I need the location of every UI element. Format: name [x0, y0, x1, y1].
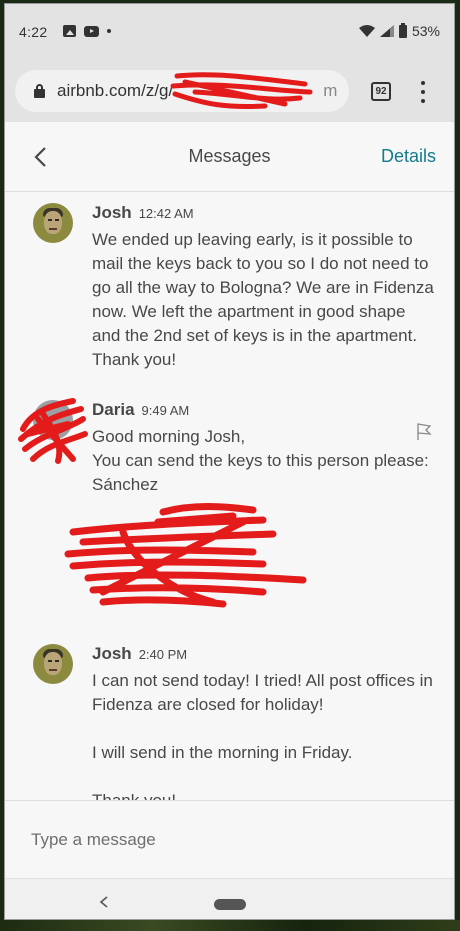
lock-icon — [34, 84, 45, 98]
message-author: Josh — [92, 644, 132, 663]
url-host: airbnb.com/z/g/ — [57, 81, 174, 100]
message-header: Josh 2:40 PM — [92, 644, 187, 664]
message-composer — [5, 800, 454, 878]
signal-icon — [379, 25, 394, 37]
message-author: Daria — [92, 400, 135, 419]
message-text: We ended up leaving early, is it possibl… — [92, 230, 439, 369]
wifi-icon — [358, 25, 375, 37]
battery-percent: 53% — [411, 23, 440, 39]
address-bar[interactable]: airbnb.com/z/g/maf=1 — [15, 70, 349, 112]
nav-home-pill[interactable] — [214, 899, 246, 910]
message-header: Josh 12:42 AM — [92, 203, 194, 223]
avatar[interactable] — [33, 400, 73, 440]
message-body: We ended up leaving early, is it possibl… — [92, 228, 437, 372]
tab-switcher-button[interactable]: 92 — [371, 82, 391, 101]
battery-icon — [398, 22, 407, 38]
image-icon — [63, 25, 76, 37]
message-time: 2:40 PM — [138, 647, 188, 662]
status-notification-icons — [63, 25, 111, 37]
phone-screen: 4:22 53% airbnb.com/z/g/maf=1 92 Message… — [4, 3, 455, 920]
youtube-icon — [84, 25, 99, 37]
message-text: Good morning Josh, You can send the keys… — [92, 427, 429, 494]
status-system-icons: 53% — [358, 22, 440, 39]
avatar[interactable] — [33, 203, 73, 243]
system-nav-bar — [5, 878, 454, 919]
address-redaction-scribble — [64, 503, 307, 608]
nav-back-icon[interactable] — [99, 896, 109, 908]
message-time: 12:42 AM — [138, 206, 194, 221]
messages-header: Messages Details — [5, 122, 454, 192]
message-time: 9:49 AM — [141, 403, 190, 418]
details-link[interactable]: Details — [381, 146, 436, 167]
url-tail: maf=1 — [323, 81, 337, 100]
message-input[interactable] — [25, 825, 425, 855]
message-text: I can not send today! I tried! All post … — [92, 671, 433, 800]
overflow-menu-icon[interactable] — [419, 81, 427, 103]
message-author: Josh — [92, 203, 132, 222]
message-body: Good morning Josh, You can send the keys… — [92, 425, 437, 497]
browser-toolbar: airbnb.com/z/g/maf=1 92 — [5, 59, 454, 122]
message-body: I can not send today! I tried! All post … — [92, 669, 437, 800]
message-header: Daria 9:49 AM — [92, 400, 189, 420]
flag-icon[interactable] — [416, 422, 432, 440]
status-time: 4:22 — [19, 24, 48, 40]
notification-dot-icon — [107, 29, 111, 33]
avatar[interactable] — [33, 644, 73, 684]
background-photo-strip — [0, 920, 460, 931]
url-text[interactable]: airbnb.com/z/g/maf=1 — [57, 81, 337, 101]
status-bar: 4:22 53% — [5, 4, 454, 59]
